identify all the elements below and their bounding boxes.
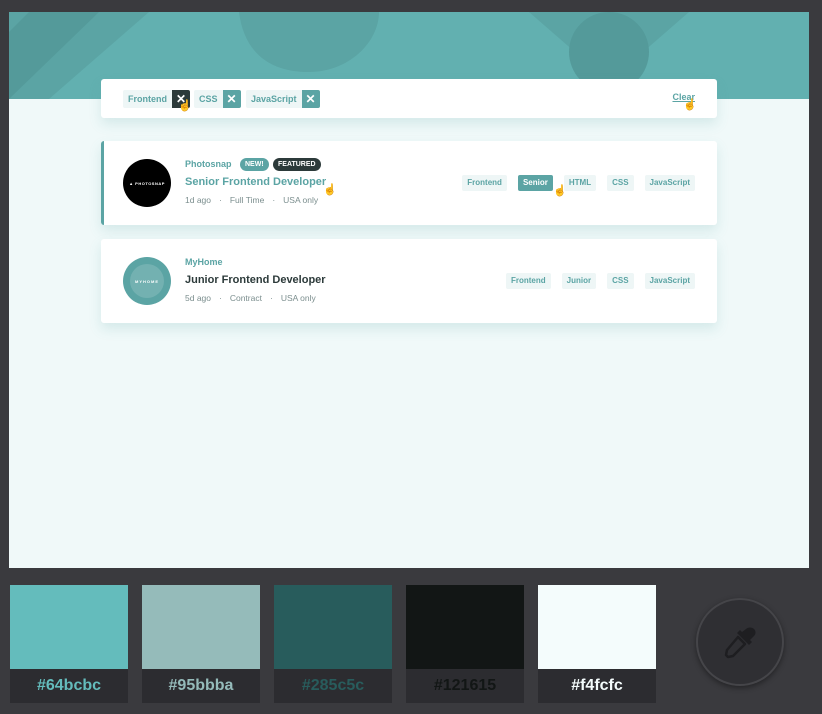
job-card-photosnap[interactable]: ▲ PHOTOSNAP Photosnap NEW! FEATURED Seni… <box>101 141 717 225</box>
company-name: MyHome <box>185 257 223 267</box>
pointer-cursor-icon: ☝ <box>178 100 192 112</box>
tag-button[interactable]: JavaScript <box>644 175 695 191</box>
eyedropper-icon <box>724 627 756 659</box>
tag-button[interactable]: CSS <box>607 175 634 191</box>
swatch-color <box>10 585 128 669</box>
color-swatch[interactable]: #121615 <box>406 585 524 703</box>
filter-chip-label: CSS <box>194 90 223 108</box>
posted-at: 1d ago <box>185 195 211 205</box>
swatch-color <box>406 585 524 669</box>
meta-separator: · <box>269 293 273 303</box>
company-name: Photosnap <box>185 159 232 169</box>
remove-filter-button[interactable]: ✕ <box>301 90 320 108</box>
swatch-hex-label: #f4fcfc <box>538 669 656 703</box>
tag-button[interactable]: Frontend <box>462 175 507 191</box>
contract-type: Full Time <box>229 195 265 205</box>
job-title-link[interactable]: Junior Frontend Developer <box>185 274 326 286</box>
featured-badge: FEATURED <box>273 158 321 171</box>
tag-button[interactable]: Frontend <box>505 273 551 289</box>
filter-chip-css: CSS ✕ <box>194 90 241 108</box>
color-swatch[interactable]: #64bcbc <box>10 585 128 703</box>
swatch-color <box>538 585 656 669</box>
remove-filter-button[interactable]: ✕ <box>222 90 241 108</box>
company-logo: ▲ PHOTOSNAP <box>123 159 171 207</box>
eyedropper-button[interactable] <box>696 598 784 686</box>
swatch-hex-label: #121615 <box>406 669 524 703</box>
company-logo: MYHOME <box>123 257 171 305</box>
color-swatch[interactable]: #285c5c <box>274 585 392 703</box>
job-tags: Frontend Senior HTML CSS JavaScript <box>462 175 695 191</box>
new-badge: NEW! <box>240 158 269 171</box>
filter-bar: Frontend ✕ ☝ CSS ✕ JavaScript ✕ Clear ☝ <box>101 79 717 118</box>
color-swatch[interactable]: #95bbba <box>142 585 260 703</box>
job-title-link[interactable]: Senior Frontend Developer <box>185 176 326 188</box>
logo-text: MYHOME <box>135 278 159 284</box>
meta-separator: · <box>272 195 276 205</box>
tag-button[interactable]: JavaScript <box>644 273 695 289</box>
job-card-myhome[interactable]: MYHOME MyHome Junior Frontend Developer … <box>101 239 717 323</box>
swatch-hex-label: #95bbba <box>142 669 260 703</box>
swatch-hex-label: #64bcbc <box>10 669 128 703</box>
job-location: USA only <box>283 195 319 205</box>
pointer-cursor-icon: ☝ <box>553 185 567 197</box>
posted-at: 5d ago <box>185 293 211 303</box>
job-meta: 5d ago · Contract · USA only <box>185 293 316 303</box>
swatch-hex-label: #285c5c <box>274 669 392 703</box>
color-swatch[interactable]: #f4fcfc <box>538 585 656 703</box>
meta-separator: · <box>219 195 222 205</box>
tag-button[interactable]: CSS <box>607 273 634 289</box>
logo-text: ▲ PHOTOSNAP <box>129 180 165 186</box>
pointer-cursor-icon: ☝ <box>323 184 337 196</box>
filter-chip-javascript: JavaScript ✕ <box>246 90 320 108</box>
meta-separator: · <box>219 293 222 303</box>
tag-button[interactable]: Junior <box>561 273 597 289</box>
filter-chip-label: JavaScript <box>246 90 302 108</box>
swatch-color <box>274 585 392 669</box>
job-meta: 1d ago · Full Time · USA only <box>185 195 318 205</box>
swatch-color <box>142 585 260 669</box>
tag-button[interactable]: HTML <box>563 175 597 191</box>
job-tags: Frontend Junior CSS JavaScript <box>505 273 695 289</box>
logo-mark: MYHOME <box>130 264 164 298</box>
filter-chip-label: Frontend <box>123 90 172 108</box>
pointer-cursor-icon: ☝ <box>683 99 697 111</box>
job-location: USA only <box>280 293 316 303</box>
tag-button[interactable]: Senior <box>517 175 553 191</box>
contract-type: Contract <box>229 293 262 303</box>
